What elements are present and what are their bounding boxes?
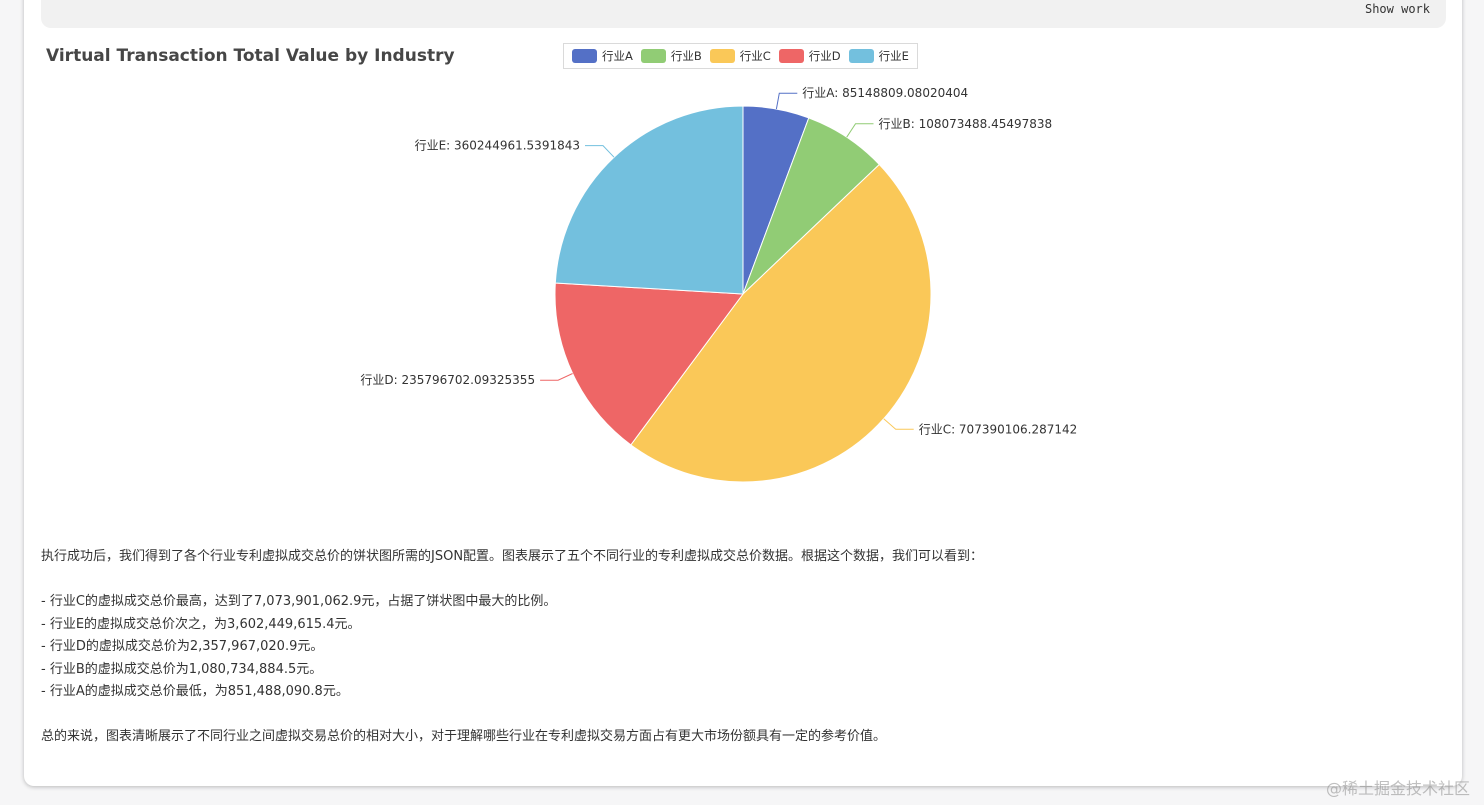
slice-label: 行业A: 85148809.08020404 [802, 86, 968, 100]
label-line [883, 418, 914, 430]
summary-conclusion: 总的来说，图表清晰展示了不同行业之间虚拟交易总价的相对大小，对于理解哪些行业在专… [41, 729, 887, 744]
summary-bullet: - 行业E的虚拟成交总价次之，为3,602,449,615.4元。 [41, 616, 361, 632]
label-line [540, 373, 573, 381]
summary-bullet: - 行业A的虚拟成交总价最低，为851,488,090.8元。 [41, 684, 349, 699]
summary-text: 执行成功后，我们得到了各个行业专利虚拟成交总价的饼状图所需的JSON配置。图表展… [41, 546, 1421, 749]
summary-bullet: - 行业C的虚拟成交总价最高，达到了7,073,901,062.9元，占据了饼状… [41, 594, 557, 609]
pie-chart: 行业A: 85148809.08020404 行业B: 108073488.454… [360, 86, 1078, 483]
summary-intro: 执行成功后，我们得到了各个行业专利虚拟成交总价的饼状图所需的JSON配置。图表展… [41, 549, 984, 564]
label-line [775, 92, 798, 110]
pie-slice[interactable] [554, 105, 744, 295]
slice-label: 行业C: 707390106.287142 [919, 422, 1078, 436]
slice-label: 行业B: 108073488.45497838 [879, 117, 1053, 131]
label-line [585, 145, 615, 158]
slice-label: 行业E: 360244961.5391843 [415, 139, 580, 153]
summary-bullet: - 行业B的虚拟成交总价为1,080,734,884.5元。 [41, 661, 323, 677]
summary-bullet: - 行业D的虚拟成交总价为2,357,967,020.9元。 [41, 639, 324, 654]
watermark: @稀土掘金技术社区 [1325, 779, 1470, 798]
label-line [846, 123, 874, 138]
slice-label: 行业D: 235796702.09325355 [360, 373, 535, 387]
